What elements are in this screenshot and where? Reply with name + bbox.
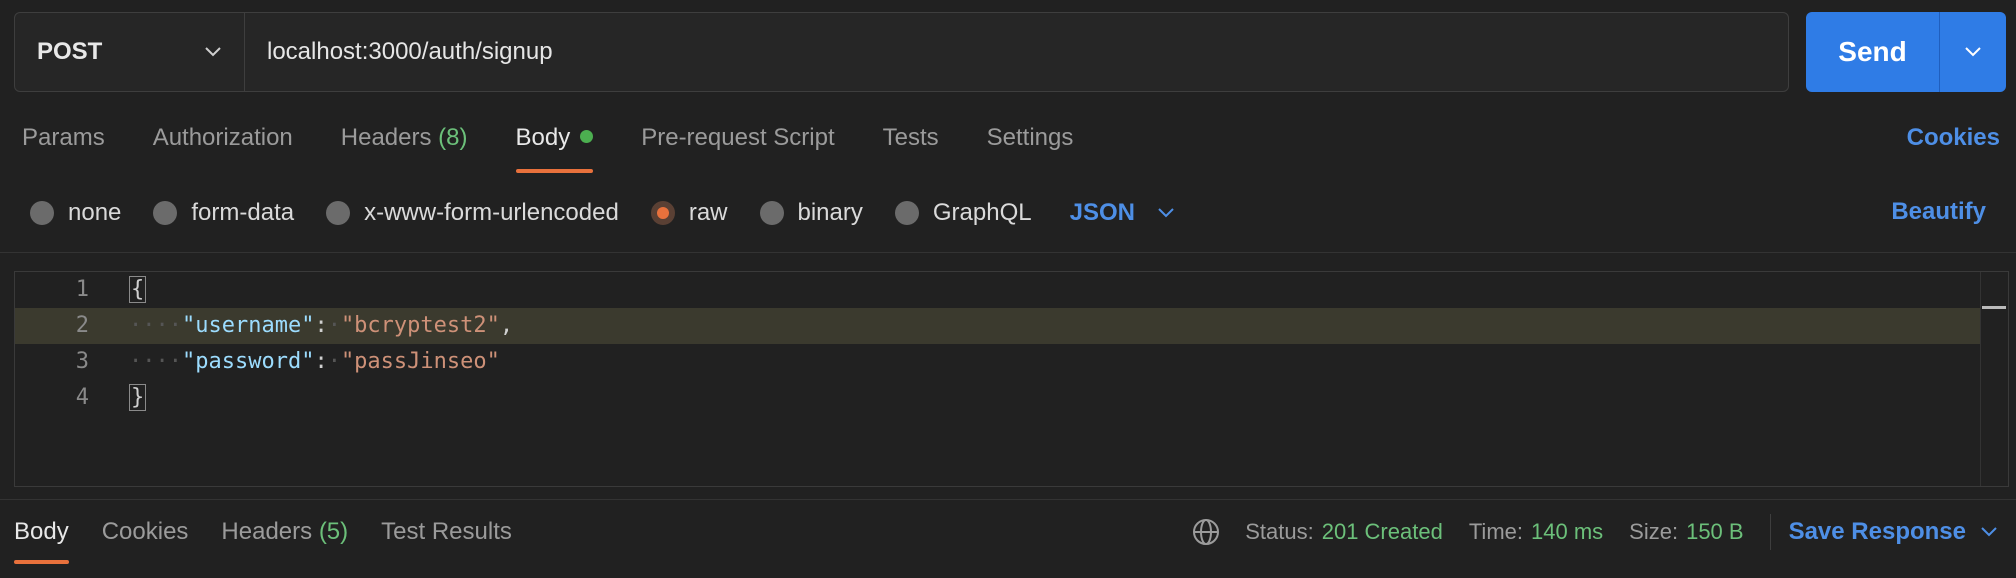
- scrollbar-marker: [1982, 306, 2006, 309]
- time-label: Time:: [1468, 519, 1523, 544]
- tab-label: Body: [515, 124, 571, 151]
- save-response-label: Save Response: [1788, 518, 1966, 545]
- time-value[interactable]: 140 ms: [1531, 519, 1603, 545]
- tab-label: Headers: [221, 518, 313, 545]
- radio-label: raw: [688, 199, 728, 226]
- format-select[interactable]: JSON: [1070, 199, 1175, 227]
- radio-circle: [894, 201, 919, 225]
- chevron-down-icon: [1981, 527, 1997, 537]
- colon: :: [314, 349, 328, 374]
- response-tab-body[interactable]: Body: [14, 518, 69, 564]
- send-button-group: Send: [1806, 12, 2006, 92]
- json-value: "passJinseo": [340, 349, 500, 374]
- tab-label: Cookies: [101, 518, 189, 545]
- body-type-options: none form-data x-www-form-urlencoded raw…: [30, 196, 1175, 230]
- tab-headers[interactable]: Headers (8): [341, 124, 468, 172]
- status-label: Status:: [1245, 519, 1314, 544]
- response-tab-headers[interactable]: Headers (5): [221, 518, 348, 564]
- chevron-down-icon: [1965, 47, 1981, 57]
- radio-circle: [326, 201, 351, 225]
- line-number: 2: [75, 313, 89, 338]
- chevron-down-icon: [1158, 208, 1174, 218]
- line-number: 4: [75, 385, 89, 410]
- whitespace-marker: ····: [129, 313, 182, 338]
- body-indicator-dot: [580, 130, 594, 144]
- radio-label: x-www-form-urlencoded: [364, 199, 619, 226]
- tab-authorization[interactable]: Authorization: [153, 124, 293, 172]
- response-status-bar: Status: 201 Created Time: 140 ms Size: 1…: [1191, 514, 1998, 550]
- line-number: 3: [75, 349, 89, 374]
- tab-label: Headers: [340, 124, 432, 151]
- tab-label: Authorization: [152, 124, 293, 151]
- open-brace: {: [129, 276, 147, 303]
- divider: [0, 252, 2016, 253]
- tab-label: Body: [14, 518, 69, 545]
- editor-line: 1 {: [15, 272, 1980, 308]
- tab-label: Params: [22, 124, 105, 151]
- beautify-button[interactable]: Beautify: [1891, 198, 1986, 226]
- tab-tests[interactable]: Tests: [883, 124, 939, 172]
- tab-pre-request-script[interactable]: Pre-request Script: [641, 124, 834, 172]
- chevron-down-icon: [205, 47, 221, 57]
- radio-label: form-data: [191, 199, 295, 226]
- radio-circle-checked: [650, 201, 675, 225]
- radio-none[interactable]: none: [30, 199, 121, 227]
- radio-label: none: [68, 199, 122, 226]
- whitespace-marker: ····: [129, 349, 182, 374]
- json-key: "username": [181, 313, 315, 338]
- tab-params[interactable]: Params: [22, 124, 105, 172]
- radio-x-www-form-urlencoded[interactable]: x-www-form-urlencoded: [326, 199, 619, 227]
- radio-binary[interactable]: binary: [759, 199, 863, 227]
- send-button[interactable]: Send: [1806, 12, 1940, 92]
- divider: [1769, 514, 1771, 550]
- response-tabs: Body Cookies Headers (5) Test Results: [14, 518, 545, 564]
- tab-label: Tests: [882, 124, 939, 151]
- url-input[interactable]: localhost:3000/auth/signup: [245, 13, 1788, 91]
- divider: [0, 499, 2016, 500]
- radio-graphql[interactable]: GraphQL: [894, 199, 1032, 227]
- size-label: Size:: [1629, 519, 1679, 544]
- save-response-button[interactable]: Save Response: [1789, 518, 1998, 546]
- radio-label: binary: [797, 199, 863, 226]
- editor-line: 3 ····"password":·"passJinseo": [15, 344, 1980, 380]
- code-editor[interactable]: 1 { 2 ····"username":·"bcryptest2", 3 ··…: [14, 271, 2009, 487]
- radio-raw[interactable]: raw: [650, 199, 728, 227]
- colon: :: [314, 313, 328, 338]
- radio-circle: [153, 201, 178, 225]
- cookies-link[interactable]: Cookies: [1907, 124, 2000, 152]
- editor-scrollbar[interactable]: [1980, 272, 2008, 486]
- editor-line-highlighted: 2 ····"username":·"bcryptest2",: [15, 308, 1980, 344]
- comma: ,: [499, 313, 514, 338]
- tab-label: Pre-request Script: [641, 124, 835, 151]
- radio-label: GraphQL: [932, 199, 1032, 226]
- radio-circle: [759, 201, 784, 225]
- size-value[interactable]: 150 B: [1686, 519, 1744, 545]
- line-number: 1: [75, 277, 89, 302]
- globe-icon[interactable]: [1191, 517, 1221, 547]
- radio-form-data[interactable]: form-data: [153, 199, 294, 227]
- send-dropdown-button[interactable]: [1940, 12, 2006, 92]
- headers-count: (5): [318, 518, 349, 545]
- response-tab-test-results[interactable]: Test Results: [381, 518, 512, 564]
- response-tab-cookies[interactable]: Cookies: [102, 518, 189, 564]
- json-key: "password": [181, 349, 315, 374]
- tab-body[interactable]: Body: [515, 124, 594, 173]
- tab-settings[interactable]: Settings: [987, 124, 1074, 172]
- whitespace-marker: ·: [327, 313, 341, 338]
- format-label: JSON: [1069, 199, 1135, 226]
- method-label: POST: [37, 38, 103, 65]
- whitespace-marker: ·: [327, 349, 341, 374]
- tab-label: Test Results: [381, 518, 512, 545]
- radio-circle: [30, 201, 54, 225]
- tab-label: Settings: [986, 124, 1074, 151]
- editor-line: 4 }: [15, 380, 1980, 416]
- close-brace: }: [129, 384, 147, 411]
- request-bar: POST localhost:3000/auth/signup: [14, 12, 1789, 92]
- headers-count: (8): [438, 124, 468, 151]
- request-tabs: Params Authorization Headers (8) Body Pr…: [22, 124, 1121, 173]
- method-select[interactable]: POST: [15, 13, 245, 91]
- status-value[interactable]: 201 Created: [1322, 519, 1443, 545]
- json-value: "bcryptest2": [340, 313, 500, 338]
